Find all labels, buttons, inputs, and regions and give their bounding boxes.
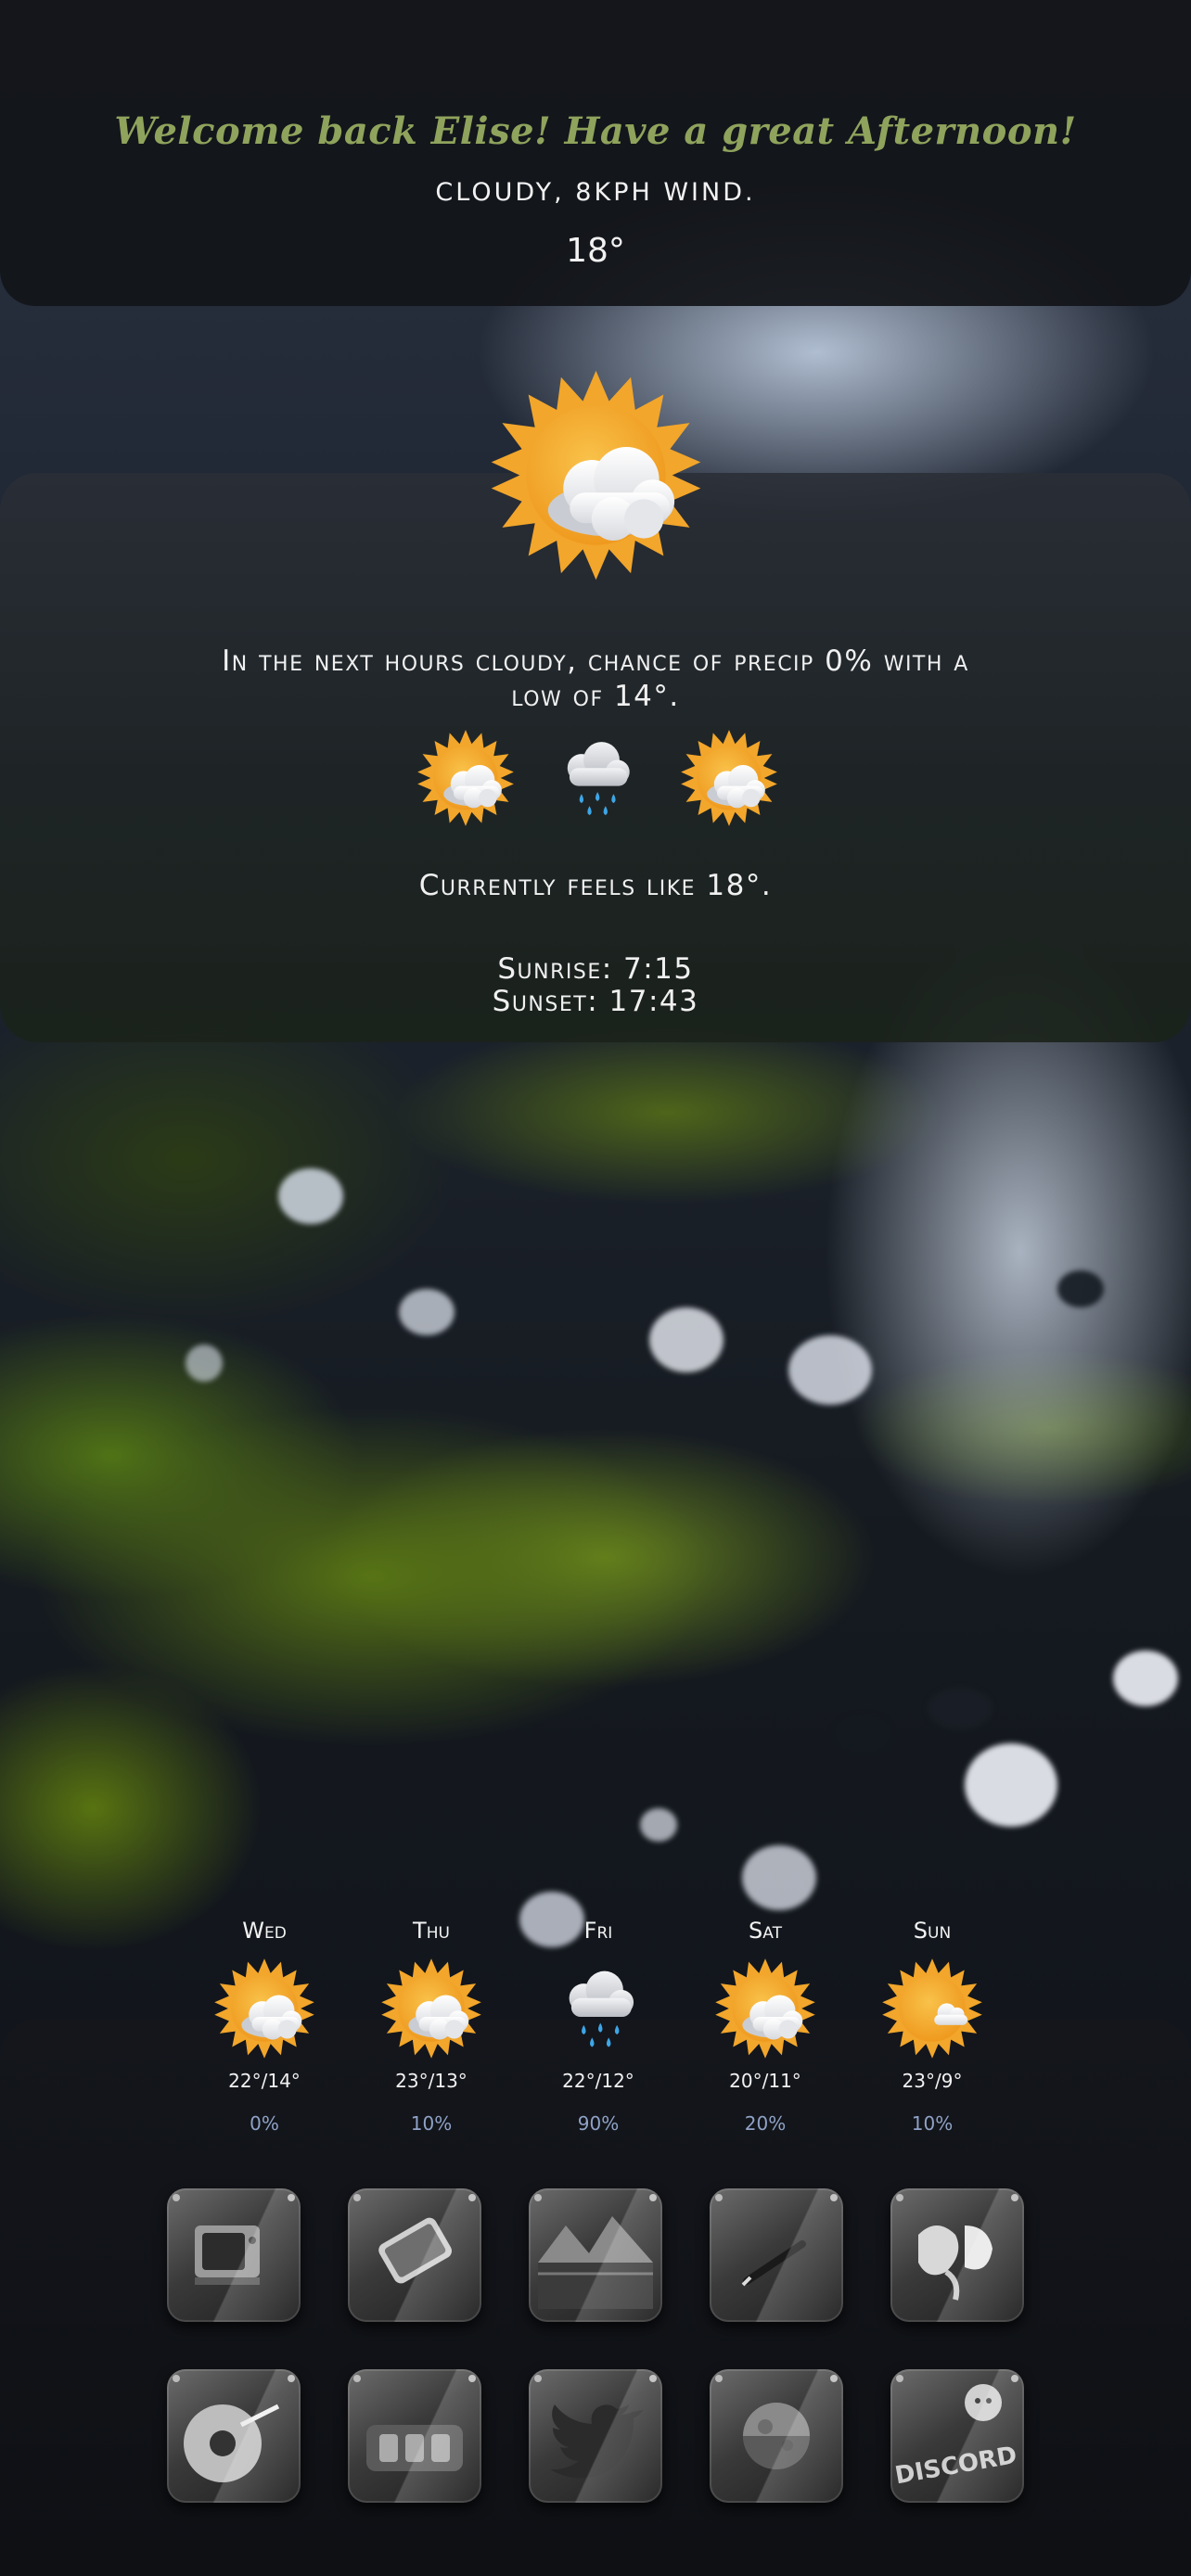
rain-cloud-icon <box>546 1957 650 2060</box>
sun-behind-cloud-icon <box>212 1957 316 2060</box>
daily-forecast-wed[interactable]: Wed 22°/14° 0% <box>195 1918 334 2135</box>
discord-app-icon[interactable]: DISCORD <box>890 2369 1024 2503</box>
day-precip: 10% <box>911 2112 954 2135</box>
sun-behind-cloud-icon <box>713 1957 817 2060</box>
day-name: Wed <box>242 1918 287 1944</box>
hourly-icons <box>0 728 1191 830</box>
daily-forecast-sat[interactable]: Sat 20°/11° 20% <box>696 1918 835 2135</box>
daily-forecast-thu[interactable]: Thu 23°/13° 10% <box>362 1918 501 2135</box>
day-temps: 23°/9° <box>902 2070 963 2092</box>
rain-cloud-icon <box>545 728 646 828</box>
day-name: Fri <box>583 1918 613 1944</box>
day-precip: 90% <box>577 2112 620 2135</box>
phone-app-icon[interactable] <box>348 2188 481 2322</box>
sun-times: Sunrise: 7:15 Sunset: 17:43 <box>0 953 1191 1018</box>
day-temps: 22°/14° <box>228 2070 301 2092</box>
sun-behind-cloud-icon <box>416 728 516 828</box>
day-precip: 0% <box>250 2112 279 2135</box>
notes-app-icon[interactable] <box>710 2188 843 2322</box>
sun-behind-cloud-icon <box>379 1957 483 2060</box>
forecast-line-1: In the next hours cloudy, chance of prec… <box>222 644 969 678</box>
files-app-icon[interactable] <box>167 2369 301 2503</box>
day-precip: 10% <box>410 2112 453 2135</box>
moon-app-icon[interactable] <box>710 2369 843 2503</box>
day-temps: 23°/13° <box>395 2070 467 2092</box>
sunset-text: Sunset: 17:43 <box>492 985 699 1018</box>
feels-like-text: Currently feels like 18°. <box>418 869 773 902</box>
day-temps: 22°/12° <box>562 2070 634 2092</box>
conditions-text: CLOUDY, 8KPH WIND. <box>435 178 756 207</box>
day-name: Thu <box>413 1918 450 1944</box>
sun-behind-cloud-icon[interactable] <box>487 366 705 584</box>
twitter-app-icon[interactable] <box>529 2369 662 2503</box>
daily-forecast-fri[interactable]: Fri 22°/12° 90% <box>529 1918 668 2135</box>
forecast-line-2: low of 14°. <box>511 680 680 713</box>
day-temps: 20°/11° <box>729 2070 801 2092</box>
day-precip: 20% <box>744 2112 787 2135</box>
day-name: Sun <box>913 1918 952 1944</box>
camera-app-icon[interactable] <box>348 2369 481 2503</box>
current-temperature: 18° <box>566 232 625 270</box>
maps-app-icon[interactable] <box>890 2188 1024 2322</box>
hourly-forecast-text: In the next hours cloudy, chance of prec… <box>148 644 1043 714</box>
tv-app-icon[interactable] <box>167 2188 301 2322</box>
sun-small-cloud-icon <box>880 1957 984 2060</box>
daily-forecast-sun[interactable]: Sun 23°/9° 10% <box>863 1918 1002 2135</box>
sunrise-text: Sunrise: 7:15 <box>497 952 694 986</box>
greeting-text: Welcome back Elise! Have a great Afterno… <box>114 109 1077 153</box>
sun-behind-cloud-icon <box>679 728 779 828</box>
photos-app-icon[interactable] <box>529 2188 662 2322</box>
day-name: Sat <box>749 1918 782 1944</box>
discord-logo-text: DISCORD <box>893 2442 1019 2491</box>
